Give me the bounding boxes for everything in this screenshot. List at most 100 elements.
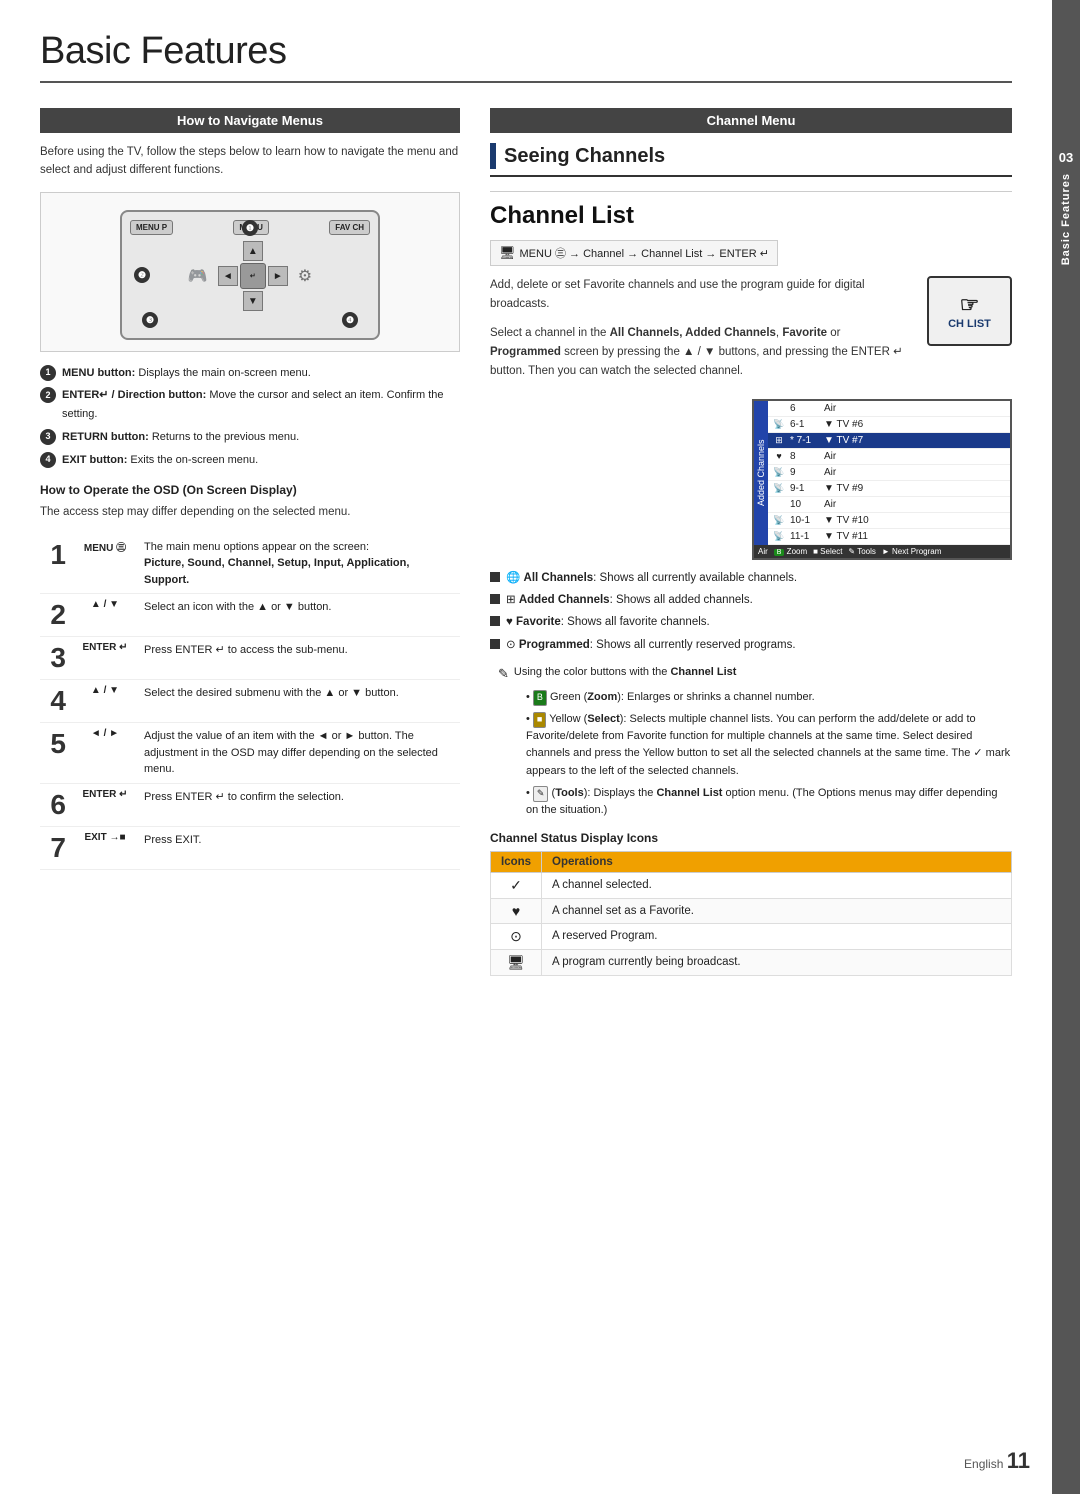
osd-icon-1: MENU ㊂ [70,534,140,594]
ch-icon-11-1: 📡 [772,531,786,542]
csd-col-icons: Icons [491,851,542,872]
bullet-programmed: ⊙ Programmed: Shows all currently reserv… [490,637,1012,654]
sub-bullet-green: B Green (Zoom): Enlarges or shrinks a ch… [526,689,1012,706]
ch-num-11-1: 11-1 [790,531,820,542]
section-number: 03 [1059,150,1073,165]
csd-row-3: ⊙ A reserved Program. [491,923,1012,949]
osd-num-1: 1 [40,534,70,594]
channel-screen: Added Channels 6 Air 📡 6-1 ▼ TV #6 [752,399,1012,560]
csd-table: Icons Operations ✓ A channel selected. ♥… [490,851,1012,976]
ch-num-6: 6 [790,403,820,414]
page-title: Basic Features [40,30,1012,83]
ch-num-8: 8 [790,451,820,462]
osd-num-5: 5 [40,723,70,784]
callout-list: 1 MENU button: Displays the main on-scre… [40,364,460,469]
page-wrapper: 03 Basic Features Basic Features How to … [0,0,1080,1494]
osd-row-6: 6 ENTER ↵ Press ENTER ↵ to confirm the s… [40,783,460,826]
page-footer: English 11 [964,1448,1030,1474]
menu-path: 🖥 MENU ㊂ → Channel → Channel List → ENTE… [490,240,778,266]
ch-row-10-1: 📡 10-1 ▼ TV #10 [768,513,1010,529]
ch-list-box: ☞ CH LIST [927,276,1012,346]
osd-table: 1 MENU ㊂ The main menu options appear on… [40,534,460,870]
csd-desc-3: A reserved Program. [542,923,1012,949]
two-column-layout: How to Navigate Menus Before using the T… [40,108,1012,976]
csd-row-2: ♥ A channel set as a Favorite. [491,898,1012,923]
osd-desc-7: Press EXIT. [140,826,460,869]
csd-icon-3: ⊙ [491,923,542,949]
ch-num-10-1: 10-1 [790,515,820,526]
osd-note: The access step may differ depending on … [40,503,460,521]
left-column: How to Navigate Menus Before using the T… [40,108,460,870]
osd-desc-5: Adjust the value of an item with the ◄ o… [140,723,460,784]
green-chip: B [533,690,547,706]
ch-list-and-desc: ☞ CH LIST Add, delete or set Favorite ch… [490,276,1012,391]
how-to-navigate-header: How to Navigate Menus [40,108,460,133]
osd-desc-1: The main menu options appear on the scre… [140,534,460,594]
bullet-text-prog: ⊙ Programmed: Shows all currently reserv… [506,637,796,654]
callout-circle-2: 2 [40,387,56,403]
blue-bar [490,143,496,169]
footer-next: ► Next Program [882,547,942,556]
remote-diagram: MENU P MENU FAV CH 🎮 ▲ [40,192,460,352]
ch-num-6-1: 6-1 [790,419,820,430]
osd-desc-3: Press ENTER ↵ to access the sub-menu. [140,637,460,680]
ch-name-11-1: ▼ TV #11 [824,531,1006,542]
osd-desc-4: Select the desired submenu with the ▲ or… [140,680,460,723]
callout-text-2: ENTER↵ / Direction button: Move the curs… [62,386,460,423]
pencil-icon: ✎ [498,664,509,684]
menu-path-text: MENU ㊂ → Channel → Channel List → ENTER … [520,245,769,261]
language-label: English [964,1457,1003,1471]
callout-3: ❸ [142,312,158,328]
footer-air: Air [758,547,768,556]
osd-icon-7: EXIT →■ [70,826,140,869]
osd-header: How to Operate the OSD (On Screen Displa… [40,483,460,497]
osd-icon-3: ENTER ↵ [70,637,140,680]
page-number: 11 [1007,1448,1030,1473]
callout-item-4: 4 EXIT button: Exits the on-screen menu. [40,451,460,470]
bullet-text-added: ⊞ Added Channels: Shows all added channe… [506,592,753,609]
bullet-square-2 [490,594,500,604]
ch-row-11-1: 📡 11-1 ▼ TV #11 [768,529,1010,545]
note-text: Using the color buttons with the Channel… [514,664,737,681]
ch-name-10: Air [824,499,1006,510]
ch-row-9: 📡 9 Air [768,465,1010,481]
ch-screen-inner: Added Channels 6 Air 📡 6-1 ▼ TV #6 [754,401,1010,545]
bullet-square-3 [490,616,500,626]
ch-row-6-1: 📡 6-1 ▼ TV #6 [768,417,1010,433]
callout-circle-1: 1 [40,365,56,381]
csd-icon-2: ♥ [491,898,542,923]
yellow-chip: ■ [533,712,546,728]
callout-text-1: MENU button: Displays the main on-screen… [62,364,311,383]
ch-num-9: 9 [790,467,820,478]
ch-icon-6-1: 📡 [772,419,786,430]
callout-2: ❷ [134,267,150,283]
osd-icon-6: ENTER ↵ [70,783,140,826]
osd-row-4: 4 ▲ / ▼ Select the desired submenu with … [40,680,460,723]
csd-desc-1: A channel selected. [542,872,1012,898]
osd-icon-2: ▲ / ▼ [70,594,140,637]
ch-icon-9-1: 📡 [772,483,786,494]
ch-icon-10-1: 📡 [772,515,786,526]
bullet-square-1 [490,572,500,582]
ch-list-hand-icon: ☞ [960,292,980,318]
osd-num-6: 6 [40,783,70,826]
callout-item-3: 3 RETURN button: Returns to the previous… [40,428,460,447]
osd-row-1: 1 MENU ㊂ The main menu options appear on… [40,534,460,594]
osd-row-2: 2 ▲ / ▼ Select an icon with the ▲ or ▼ b… [40,594,460,637]
remote-visual: MENU P MENU FAV CH 🎮 ▲ [51,203,449,348]
ch-row-7-1: ⊞ * 7-1 ▼ TV #7 [768,433,1010,449]
osd-num-2: 2 [40,594,70,637]
ch-icon-9: 📡 [772,467,786,478]
footer-select: ■ Select [813,547,842,556]
sub-bullets-section: B Green (Zoom): Enlarges or shrinks a ch… [490,689,1012,818]
osd-desc-2: Select an icon with the ▲ or ▼ button. [140,594,460,637]
side-tab: 03 Basic Features [1052,0,1080,1494]
ch-list-label: CH LIST [948,318,991,330]
bullet-text-all: 🌐 All Channels: Shows all currently avai… [506,570,797,587]
callout-4: ❹ [342,312,358,328]
bullet-text-fav: ♥ Favorite: Shows all favorite channels. [506,614,710,631]
menu-icon: 🖥 [499,245,516,261]
callout-circle-4: 4 [40,452,56,468]
bullet-all-channels: 🌐 All Channels: Shows all currently avai… [490,570,1012,587]
osd-row-5: 5 ◄ / ► Adjust the value of an item with… [40,723,460,784]
